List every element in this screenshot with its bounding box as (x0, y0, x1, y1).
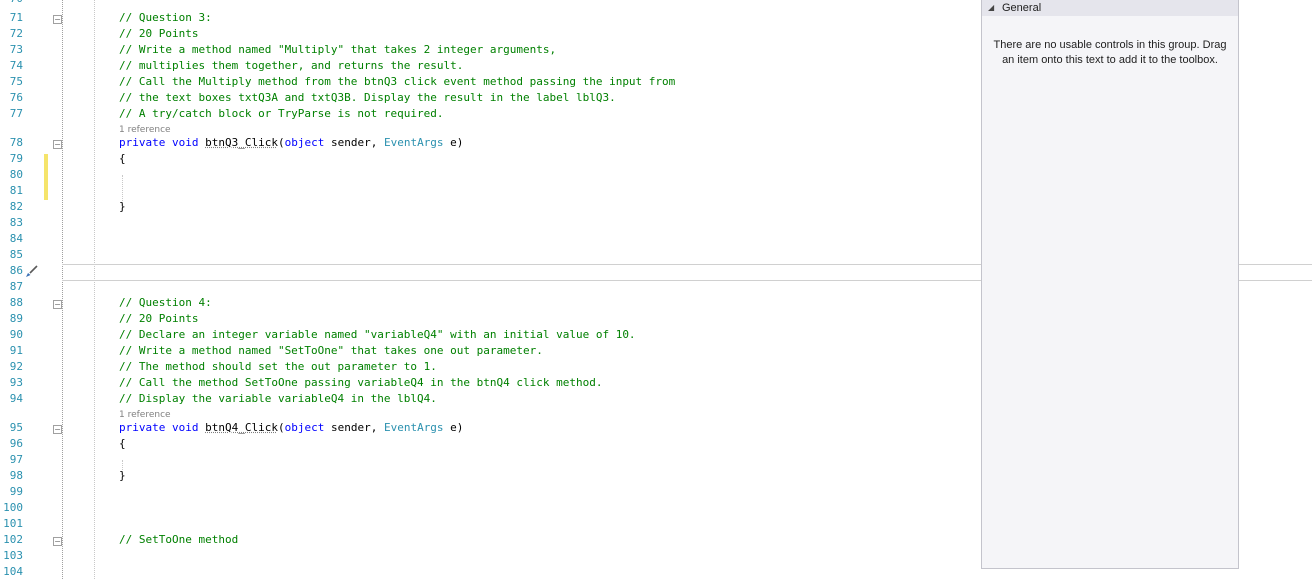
line-number: 71 (9, 11, 23, 24)
keyword-token: object (284, 136, 325, 149)
code-text[interactable]: // Write a method named "SetToOne" that … (119, 343, 543, 359)
line-number: 97 (9, 453, 23, 466)
line-number: 94 (9, 392, 23, 405)
line-number: 75 (9, 75, 23, 88)
keyword-token: void (171, 136, 199, 149)
code-text[interactable]: // A try/catch block or TryParse is not … (119, 106, 444, 122)
code-text[interactable]: { (119, 151, 126, 167)
code-text[interactable]: // The method should set the out paramet… (119, 359, 437, 375)
line-number: 87 (9, 280, 23, 293)
code-text[interactable]: // Display the variable variableQ4 in th… (119, 391, 437, 407)
code-text[interactable]: // Question 4: (119, 295, 212, 311)
code-text[interactable]: // the text boxes txtQ3A and txtQ3B. Dis… (119, 90, 616, 106)
code-text[interactable]: // SetToOne method (119, 532, 238, 548)
codelens-references[interactable]: 1 reference (119, 410, 171, 420)
line-number: 73 (9, 43, 23, 56)
line-number: 102 (3, 533, 23, 546)
line-number: 81 (9, 184, 23, 197)
line-number: 76 (9, 91, 23, 104)
code-token: ( (277, 136, 285, 149)
toolbox-group-header[interactable]: ◢ General (982, 0, 1238, 16)
line-number: 83 (9, 216, 23, 229)
code-token: sender, (324, 421, 384, 434)
line-number: 77 (9, 107, 23, 120)
line-number: 98 (9, 469, 23, 482)
line-number: 79 (9, 152, 23, 165)
line-number: 82 (9, 200, 23, 213)
line-number: 99 (9, 485, 23, 498)
code-text[interactable]: // 20 Points (119, 26, 198, 42)
line-number: 93 (9, 376, 23, 389)
code-token: e) (443, 421, 464, 434)
line-number: 85 (9, 248, 23, 261)
code-token: ( (277, 421, 285, 434)
keyword-token: private (119, 136, 166, 149)
code-text[interactable]: // multiplies them together, and returns… (119, 58, 463, 74)
line-number: 92 (9, 360, 23, 373)
line-number: 96 (9, 437, 23, 450)
codelens-references[interactable]: 1 reference (119, 125, 171, 135)
line-number: 90 (9, 328, 23, 341)
line-number: 84 (9, 232, 23, 245)
code-text[interactable]: // Call the Multiply method from the btn… (119, 74, 675, 90)
toolbox-panel[interactable]: ◢ General There are no usable controls i… (981, 0, 1239, 569)
code-text[interactable]: { (119, 436, 126, 452)
code-text[interactable]: } (119, 468, 126, 484)
line-number: 72 (9, 27, 23, 40)
line-number: 86 (9, 264, 23, 277)
line-number: 95 (9, 421, 23, 434)
line-number: 104 (3, 565, 23, 578)
keyword-token: object (284, 421, 325, 434)
line-number: 78 (9, 136, 23, 149)
code-text[interactable]: private void btnQ3_Click(object sender, … (119, 135, 463, 151)
code-text[interactable]: // Call the method SetToOne passing vari… (119, 375, 602, 391)
keyword-token: private (119, 421, 166, 434)
code-token: btnQ3_Click (205, 136, 278, 149)
code-text[interactable]: // Question 3: (119, 10, 212, 26)
line-number: 80 (9, 168, 23, 181)
code-text[interactable]: private void btnQ4_Click(object sender, … (119, 420, 463, 436)
toolbox-empty-message: There are no usable controls in this gro… (993, 39, 1227, 66)
code-text[interactable]: } (119, 199, 126, 215)
code-token: btnQ4_Click (205, 421, 278, 434)
code-text[interactable]: // Declare an integer variable named "va… (119, 327, 636, 343)
line-number: 74 (9, 59, 23, 72)
line-number: 91 (9, 344, 23, 357)
toolbox-group-label: General (1002, 2, 1042, 14)
line-number: 70 (0, 0, 23, 7)
line-number: 100 (3, 501, 23, 514)
code-text[interactable]: // Write a method named "Multiply" that … (119, 42, 556, 58)
code-text[interactable]: // 20 Points (119, 311, 198, 327)
line-number: 103 (3, 549, 23, 562)
code-token: e) (443, 136, 464, 149)
line-number: 89 (9, 312, 23, 325)
expand-triangle-icon[interactable]: ◢ (988, 0, 994, 16)
keyword-token: void (171, 421, 199, 434)
line-number: 101 (3, 517, 23, 530)
type-token: EventArgs (383, 421, 444, 434)
line-number: 88 (9, 296, 23, 309)
code-token: sender, (324, 136, 384, 149)
type-token: EventArgs (383, 136, 444, 149)
